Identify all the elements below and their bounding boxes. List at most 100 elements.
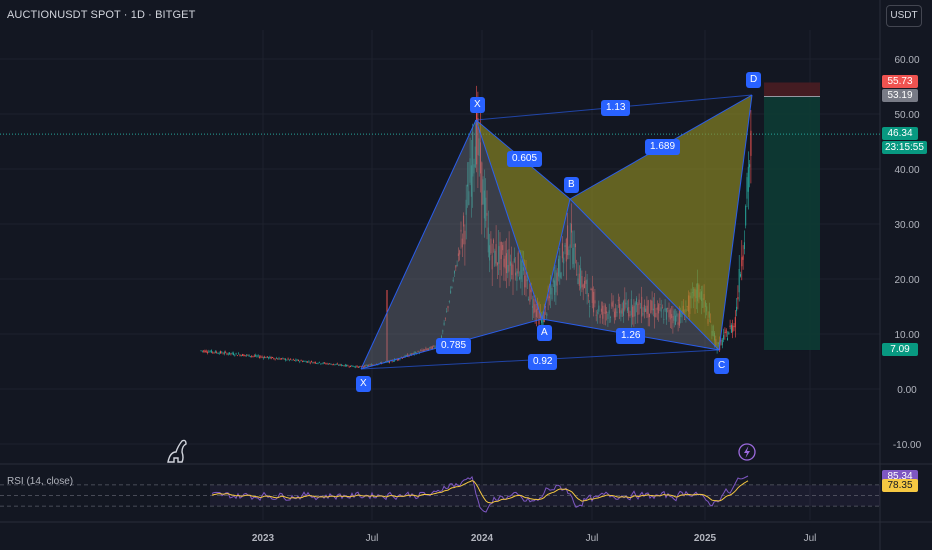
pattern-ratio-label[interactable]: 0.92 <box>528 354 558 370</box>
pattern-ratio-label[interactable]: 1.26 <box>616 328 646 344</box>
time-axis-label: 2023 <box>252 533 275 544</box>
candle-body <box>223 352 225 354</box>
candle-body <box>333 363 335 365</box>
candle-body <box>225 351 227 353</box>
price-chart-canvas[interactable]: 60.00 50.00 40.00 30.00 20.00 10.00 0.00 -10.00… <box>0 0 932 550</box>
time-axis-label: 2024 <box>471 533 494 544</box>
candle-body <box>221 351 223 353</box>
symbol-title[interactable]: AUCTIONUSDT SPOT · 1D · BITGET <box>7 9 195 21</box>
chart-container[interactable]: 60.00 50.00 40.00 30.00 20.00 10.00 0.00 -10.00… <box>0 0 932 550</box>
candle-body <box>742 255 744 260</box>
pattern-point-label-x[interactable]: X <box>470 97 485 113</box>
pattern-ratio-label[interactable]: 1.13 <box>601 100 631 116</box>
stop-loss-zone <box>764 82 820 97</box>
candle-body <box>305 361 307 363</box>
candle-body <box>288 359 290 361</box>
candle-body <box>296 359 298 361</box>
pattern-point-label-c[interactable]: C <box>714 358 730 374</box>
candle-body <box>218 352 220 354</box>
candle-body <box>326 363 328 365</box>
candle-body <box>214 350 216 353</box>
candle-body <box>301 361 303 362</box>
candle-body <box>727 338 728 341</box>
candle-body <box>217 353 219 354</box>
candle-body <box>329 363 331 365</box>
candle-body <box>740 274 741 277</box>
pattern-point-label-d[interactable]: D <box>746 72 762 88</box>
candle-body <box>273 358 275 359</box>
candle-body <box>737 296 739 300</box>
candle-body <box>320 363 322 365</box>
candle-body <box>251 355 253 357</box>
candle-body <box>303 361 305 362</box>
candle-body <box>724 331 726 333</box>
candle-body <box>311 361 312 363</box>
candle-body <box>723 335 725 340</box>
pattern-point-label-b[interactable]: B <box>564 177 579 193</box>
candle-body <box>259 356 260 358</box>
currency-button[interactable]: USDT <box>886 5 922 27</box>
pattern-ratio-label[interactable]: 0.605 <box>507 151 543 167</box>
candle-body <box>233 353 234 356</box>
candle-body <box>209 351 211 353</box>
candle-body <box>295 359 297 361</box>
candle-body <box>279 358 281 360</box>
target-price-tag: 7.09 <box>882 343 918 356</box>
pattern-point-label-a[interactable]: A <box>537 325 552 341</box>
candle-body <box>314 362 316 364</box>
candle-body <box>204 350 206 353</box>
bar-countdown-tag: 23:15:55 <box>882 141 927 155</box>
candle-body <box>255 355 257 357</box>
stop-price-tag: 55.73 <box>882 75 918 89</box>
pattern-ratio-label[interactable]: 1.689 <box>645 139 681 155</box>
candle-body <box>256 355 258 357</box>
candle-body <box>203 350 205 352</box>
candle-body <box>208 351 210 353</box>
candle-body <box>243 354 245 357</box>
candle-body <box>281 358 283 360</box>
candle-body <box>277 358 279 360</box>
candle-body <box>242 354 244 356</box>
rsi-indicator-label[interactable]: RSI (14, close) <box>7 476 73 487</box>
pattern-point-label-x[interactable]: X <box>356 376 371 392</box>
candle-body <box>344 364 346 367</box>
candle-body <box>230 353 232 355</box>
candle-body <box>290 358 292 360</box>
candle-body <box>238 353 240 355</box>
lightning-icon[interactable] <box>738 443 756 461</box>
candle-body <box>353 366 355 368</box>
candle-body <box>324 362 325 364</box>
candle-body <box>298 359 299 362</box>
candle-body <box>338 365 340 366</box>
candle-body <box>270 357 272 359</box>
candle-body <box>743 242 745 250</box>
candle-body <box>745 206 747 226</box>
candle-body <box>357 366 359 368</box>
candle-body <box>746 177 748 199</box>
candle-body <box>234 355 236 356</box>
price-axis-tick: 30.00 <box>894 220 919 231</box>
candle-body <box>309 362 311 364</box>
candle-body <box>322 362 324 364</box>
candle-body <box>253 355 255 357</box>
candle-body <box>299 361 301 362</box>
candle-body <box>262 357 264 359</box>
candle-body <box>335 364 337 365</box>
time-axis-label: Jul <box>366 533 379 544</box>
pattern-ratio-label[interactable]: 0.785 <box>436 338 472 354</box>
candle-body <box>216 351 218 353</box>
candle-body <box>330 364 332 365</box>
candle-body <box>240 355 242 356</box>
candle-body <box>350 365 351 367</box>
candle-body <box>317 363 319 364</box>
candle-body <box>351 365 353 367</box>
candle-body <box>725 329 727 334</box>
candle-body <box>269 356 271 359</box>
candle-body <box>287 358 289 360</box>
candle-body <box>340 364 342 366</box>
candle-body <box>327 363 329 365</box>
candle-body <box>359 366 361 368</box>
candle-body <box>360 366 362 367</box>
candle-body <box>201 350 203 352</box>
candle-body <box>308 361 310 363</box>
